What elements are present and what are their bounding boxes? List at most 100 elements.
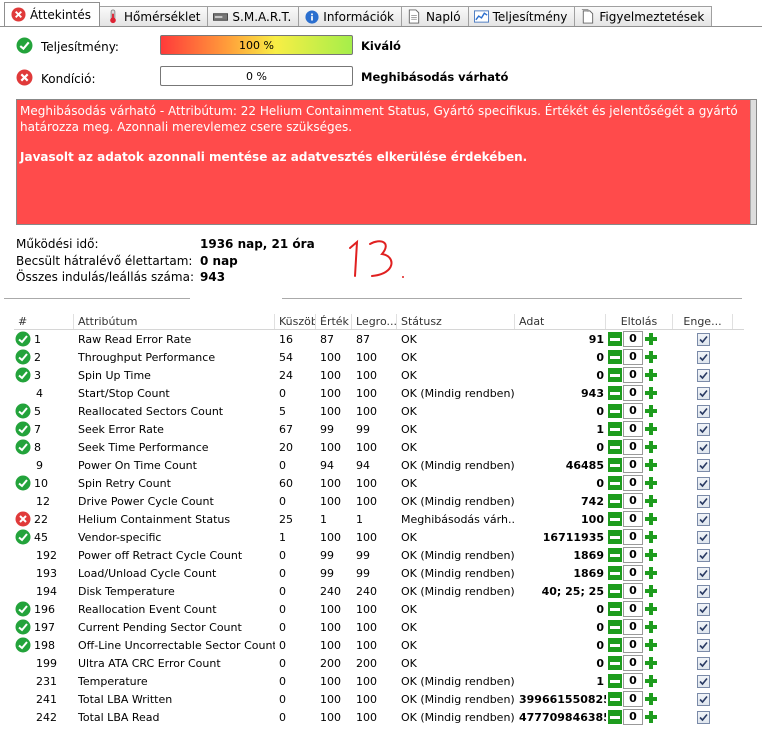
increment-button[interactable]	[644, 548, 658, 562]
tab-smart[interactable]: S.M.A.R.T.	[207, 6, 300, 26]
tab-temperature[interactable]: Hőmérséklet	[99, 6, 209, 26]
offset-field[interactable]: 0	[623, 691, 643, 707]
table-row[interactable]: 9 Power On Time Count 0 94 94 OK (Mindig rend…	[14, 456, 744, 474]
increment-button[interactable]	[644, 476, 658, 490]
increment-button[interactable]	[644, 530, 658, 544]
increment-button[interactable]	[644, 584, 658, 598]
enabled-checkbox[interactable]	[696, 638, 710, 652]
increment-button[interactable]	[644, 404, 658, 418]
col-enabled[interactable]: Enge...	[673, 314, 733, 329]
decrement-button[interactable]	[608, 674, 622, 688]
col-threshold[interactable]: Küszöb	[275, 314, 316, 329]
decrement-button[interactable]	[608, 476, 622, 490]
table-row[interactable]: 192 Power off Retract Cycle Count 0 99 99 OK …	[14, 546, 744, 564]
col-data[interactable]: Adat	[515, 314, 606, 329]
offset-field[interactable]: 0	[623, 655, 643, 671]
offset-field[interactable]: 0	[623, 385, 643, 401]
increment-button[interactable]	[644, 458, 658, 472]
table-row[interactable]: 5 Reallocated Sectors Count 5 100 100 OK 0 0	[14, 402, 744, 420]
table-row[interactable]: 199 Ultra ATA CRC Error Count 0 200 200 OK 0 0	[14, 654, 744, 672]
decrement-button[interactable]	[608, 440, 622, 454]
enabled-checkbox[interactable]	[696, 710, 710, 724]
enabled-checkbox[interactable]	[696, 530, 710, 544]
enabled-checkbox[interactable]	[696, 476, 710, 490]
decrement-button[interactable]	[608, 548, 622, 562]
col-offset[interactable]: Eltolás	[606, 314, 673, 329]
decrement-button[interactable]	[608, 494, 622, 508]
table-row[interactable]: 4 Start/Stop Count 0 100 100 OK (Mindig rendb…	[14, 384, 744, 402]
tab-warnings[interactable]: Figyelmeztetések	[574, 6, 713, 26]
enabled-checkbox[interactable]	[696, 602, 710, 616]
enabled-checkbox[interactable]	[696, 404, 710, 418]
increment-button[interactable]	[644, 422, 658, 436]
decrement-button[interactable]	[608, 530, 622, 544]
table-row[interactable]: 1 Raw Read Error Rate 16 87 87 OK 91 0	[14, 330, 744, 348]
table-row[interactable]: 45 Vendor-specific 1 100 100 OK 16711935 0	[14, 528, 744, 546]
table-row[interactable]: 12 Drive Power Cycle Count 0 100 100 OK (Mind…	[14, 492, 744, 510]
decrement-button[interactable]	[608, 404, 622, 418]
table-row[interactable]: 7 Seek Error Rate 67 99 99 OK 1 0	[14, 420, 744, 438]
increment-button[interactable]	[644, 620, 658, 634]
offset-field[interactable]: 0	[623, 709, 643, 725]
table-row[interactable]: 10 Spin Retry Count 60 100 100 OK 0 0	[14, 474, 744, 492]
table-row[interactable]: 196 Reallocation Event Count 0 100 100 OK 0 0	[14, 600, 744, 618]
enabled-checkbox[interactable]	[696, 584, 710, 598]
alert-scrollbar[interactable]	[750, 100, 756, 224]
decrement-button[interactable]	[608, 584, 622, 598]
table-row[interactable]: 22 Helium Containment Status 25 1 1 Meghibáso…	[14, 510, 744, 528]
offset-field[interactable]: 0	[623, 421, 643, 437]
offset-field[interactable]: 0	[623, 565, 643, 581]
offset-field[interactable]: 0	[623, 349, 643, 365]
table-row[interactable]: 241 Total LBA Written 0 100 100 OK (Mindig re…	[14, 690, 744, 708]
enabled-checkbox[interactable]	[696, 422, 710, 436]
decrement-button[interactable]	[608, 512, 622, 526]
table-row[interactable]: 8 Seek Time Performance 20 100 100 OK 0 0	[14, 438, 744, 456]
table-row[interactable]: 194 Disk Temperature 0 240 240 OK (Mindig ren…	[14, 582, 744, 600]
increment-button[interactable]	[644, 602, 658, 616]
tab-performance[interactable]: Teljesítmény	[467, 6, 576, 26]
decrement-button[interactable]	[608, 350, 622, 364]
increment-button[interactable]	[644, 386, 658, 400]
table-row[interactable]: 3 Spin Up Time 24 100 100 OK 0 0	[14, 366, 744, 384]
offset-field[interactable]: 0	[623, 529, 643, 545]
increment-button[interactable]	[644, 512, 658, 526]
offset-field[interactable]: 0	[623, 367, 643, 383]
table-row[interactable]: 197 Current Pending Sector Count 0 100 100 OK…	[14, 618, 744, 636]
offset-field[interactable]: 0	[623, 547, 643, 563]
decrement-button[interactable]	[608, 566, 622, 580]
increment-button[interactable]	[644, 674, 658, 688]
offset-field[interactable]: 0	[623, 619, 643, 635]
table-row[interactable]: 242 Total LBA Read 0 100 100 OK (Mindig rendb…	[14, 708, 744, 726]
enabled-checkbox[interactable]	[696, 458, 710, 472]
decrement-button[interactable]	[608, 638, 622, 652]
enabled-checkbox[interactable]	[696, 548, 710, 562]
col-attribute[interactable]: Attribútum	[74, 314, 275, 329]
offset-field[interactable]: 0	[623, 583, 643, 599]
enabled-checkbox[interactable]	[696, 386, 710, 400]
decrement-button[interactable]	[608, 710, 622, 724]
table-row[interactable]: 193 Load/Unload Cycle Count 0 99 99 OK (Mindi…	[14, 564, 744, 582]
increment-button[interactable]	[644, 638, 658, 652]
decrement-button[interactable]	[608, 332, 622, 346]
tab-overview[interactable]: Áttekintés	[4, 2, 101, 26]
col-status[interactable]: Státusz	[397, 314, 515, 329]
enabled-checkbox[interactable]	[696, 368, 710, 382]
increment-button[interactable]	[644, 350, 658, 364]
tab-log[interactable]: Napló	[400, 6, 469, 26]
enabled-checkbox[interactable]	[696, 620, 710, 634]
offset-field[interactable]: 0	[623, 637, 643, 653]
increment-button[interactable]	[644, 692, 658, 706]
decrement-button[interactable]	[608, 368, 622, 382]
enabled-checkbox[interactable]	[696, 692, 710, 706]
offset-field[interactable]: 0	[623, 601, 643, 617]
enabled-checkbox[interactable]	[696, 332, 710, 346]
enabled-checkbox[interactable]	[696, 512, 710, 526]
offset-field[interactable]: 0	[623, 331, 643, 347]
increment-button[interactable]	[644, 710, 658, 724]
increment-button[interactable]	[644, 566, 658, 580]
table-row[interactable]: 198 Off-Line Uncorrectable Sector Count 0 1…	[14, 636, 744, 654]
enabled-checkbox[interactable]	[696, 566, 710, 580]
alert-message-box[interactable]: Meghibásodás várható - Attribútum: 22 He…	[16, 99, 757, 225]
col-id[interactable]: #	[14, 314, 74, 329]
enabled-checkbox[interactable]	[696, 440, 710, 454]
